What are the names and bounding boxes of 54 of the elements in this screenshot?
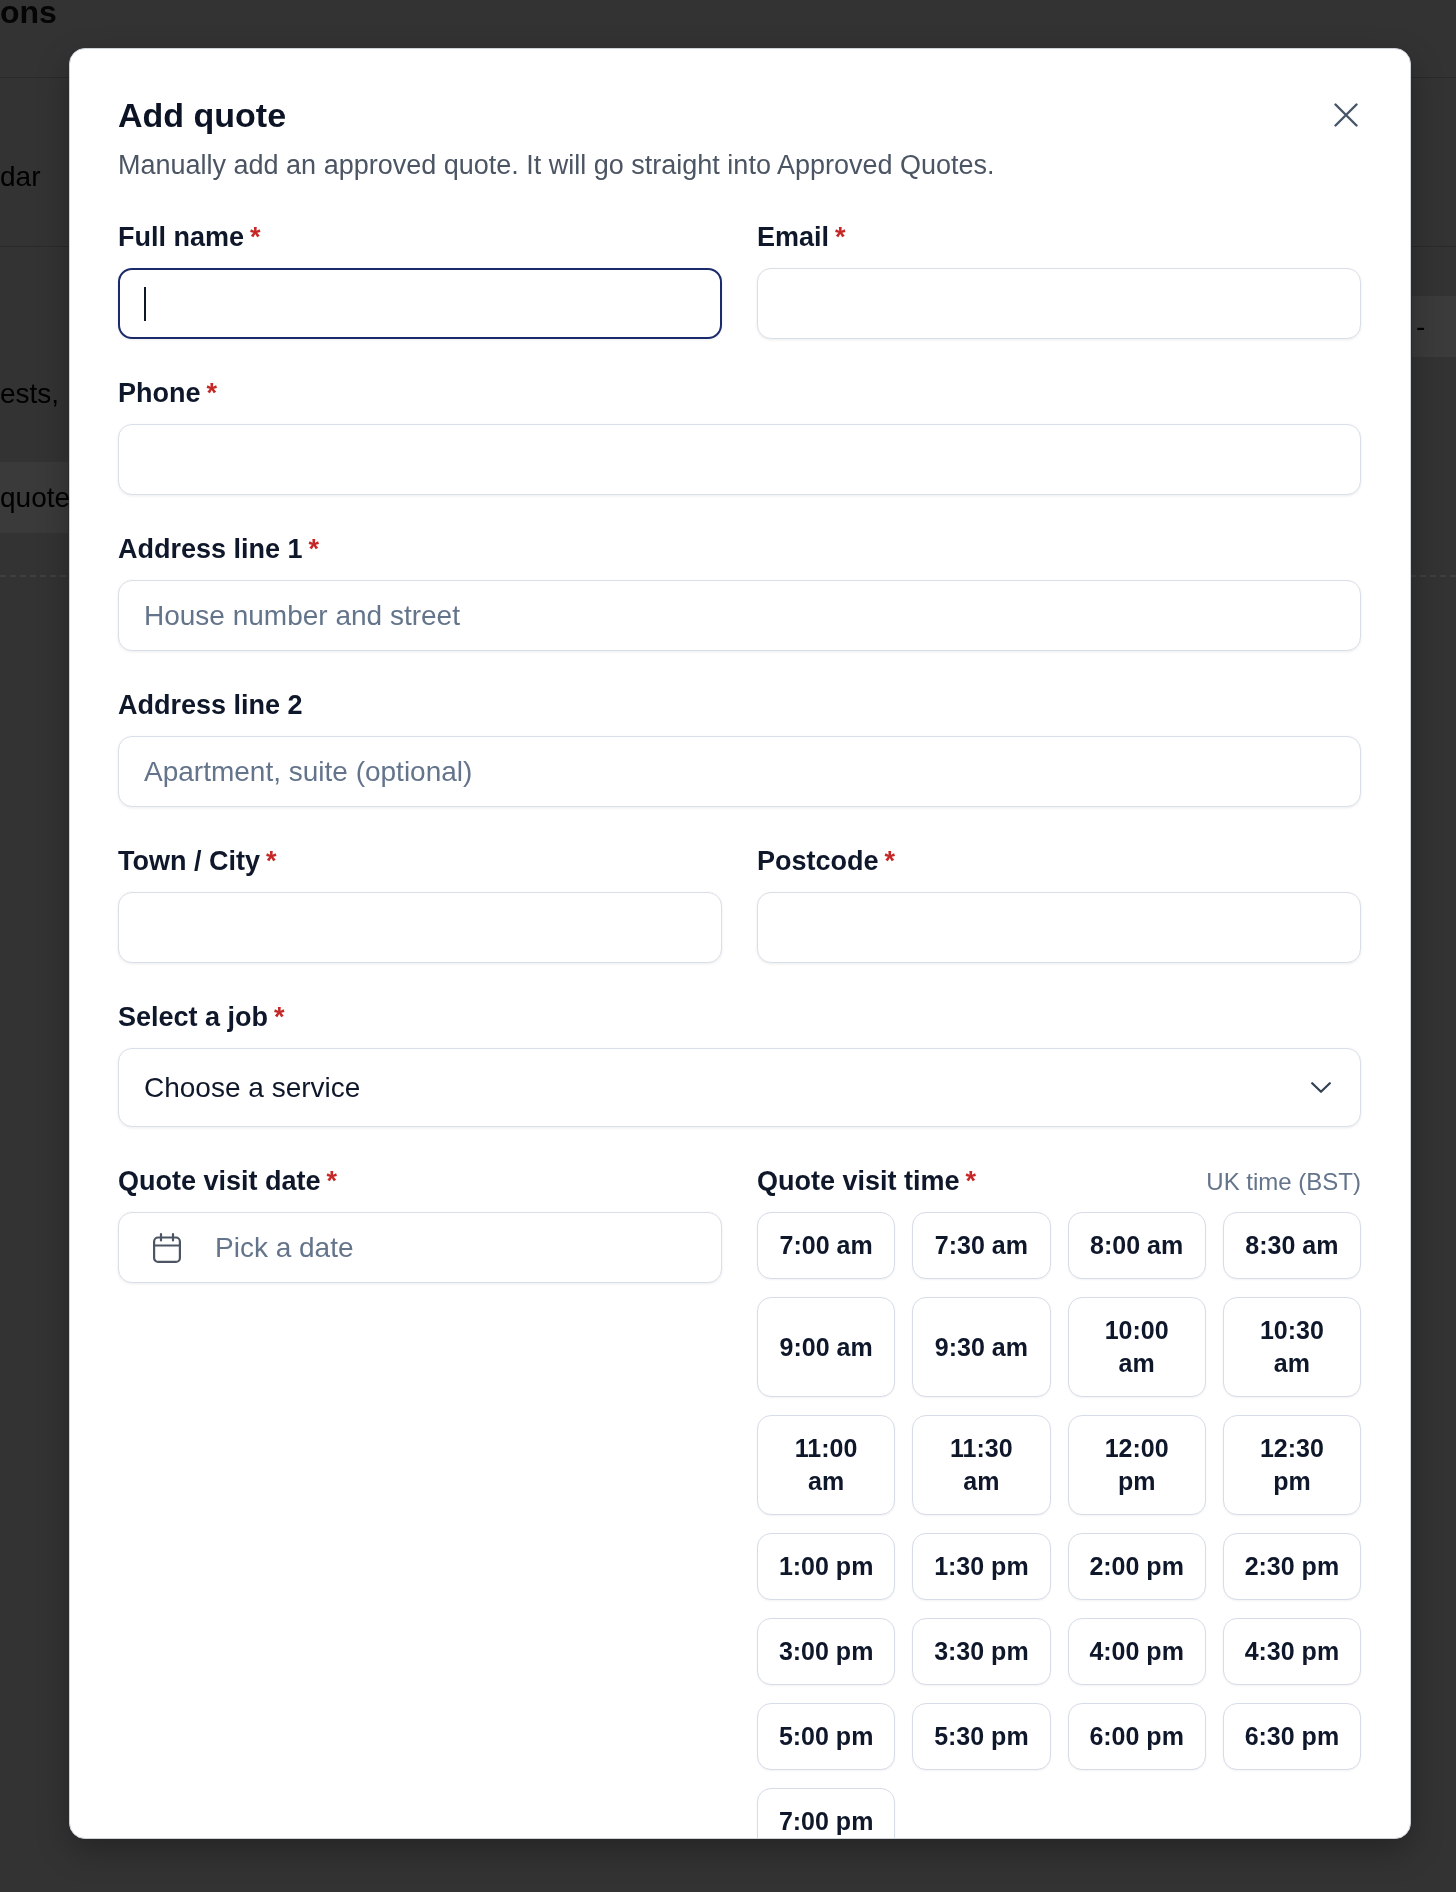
required-mark: * bbox=[266, 845, 277, 878]
field-label: Town / City bbox=[118, 845, 260, 878]
time-slot-button[interactable]: 8:30 am bbox=[1222, 1212, 1361, 1279]
time-slot-button[interactable]: 1:30 pm bbox=[912, 1533, 1051, 1600]
time-slot-button[interactable]: 6:30 pm bbox=[1222, 1703, 1361, 1770]
time-slot-button[interactable]: 9:30 am bbox=[912, 1297, 1051, 1397]
time-slot-button[interactable]: 7:00 pm bbox=[757, 1788, 896, 1838]
time-slot-button[interactable]: 2:00 pm bbox=[1067, 1533, 1206, 1600]
required-mark: * bbox=[326, 1165, 338, 1198]
required-mark: * bbox=[308, 533, 320, 566]
time-slot-button[interactable]: 4:30 pm bbox=[1222, 1618, 1361, 1685]
field-label: Phone bbox=[118, 377, 201, 410]
time-slot-button[interactable]: 6:00 pm bbox=[1067, 1703, 1206, 1770]
dialog-description: Manually add an approved quote. It will go straight into Approved Quotes. bbox=[118, 149, 996, 182]
time-slot-button[interactable]: 5:30 pm bbox=[912, 1703, 1051, 1770]
required-mark: * bbox=[835, 221, 846, 254]
time-slot-button[interactable]: 11:30 am bbox=[912, 1415, 1051, 1515]
time-slot-button[interactable]: 12:30 pm bbox=[1222, 1415, 1361, 1515]
required-mark: * bbox=[965, 1165, 977, 1198]
time-slot-button[interactable]: 8:00 am bbox=[1067, 1212, 1206, 1279]
field-label: Address line 2 bbox=[118, 689, 303, 722]
time-slot-button[interactable]: 2:30 pm bbox=[1222, 1533, 1361, 1600]
calendar-icon bbox=[153, 1232, 181, 1263]
time-slot-button[interactable]: 7:00 am bbox=[757, 1212, 896, 1279]
time-slot-button[interactable]: 5:00 pm bbox=[757, 1703, 896, 1770]
required-mark: * bbox=[206, 377, 218, 410]
select-field[interactable]: Choose a service bbox=[118, 1048, 1361, 1127]
time-slot-button[interactable]: 10:00 am bbox=[1067, 1297, 1206, 1397]
required-mark: * bbox=[884, 845, 896, 878]
text-input[interactable] bbox=[118, 268, 722, 339]
time-slot-button[interactable]: 4:00 pm bbox=[1067, 1618, 1206, 1685]
field-label: Quote visit time bbox=[757, 1165, 960, 1198]
chevron-down-icon bbox=[1311, 1082, 1331, 1093]
time-slot-button[interactable]: 3:30 pm bbox=[912, 1618, 1051, 1685]
time-zone-note: UK time (BST) bbox=[1206, 1167, 1361, 1197]
time-slot-button[interactable]: 10:30 am bbox=[1222, 1297, 1361, 1397]
field-label: Quote visit date bbox=[118, 1165, 321, 1198]
time-slot-button[interactable]: 1:00 pm bbox=[757, 1533, 896, 1600]
field-label: Postcode bbox=[757, 845, 879, 878]
close-button[interactable] bbox=[1334, 103, 1358, 127]
field-label: Address line 1 bbox=[118, 533, 303, 566]
required-mark: * bbox=[250, 221, 261, 254]
required-mark: * bbox=[274, 1001, 285, 1034]
field-label: Select a job bbox=[118, 1001, 269, 1034]
time-slot-button[interactable]: 11:00 am bbox=[757, 1415, 896, 1515]
date-picker-field[interactable]: Pick a date bbox=[118, 1212, 722, 1283]
time-slot-button[interactable]: 9:00 am bbox=[757, 1297, 896, 1397]
time-slot-button[interactable]: 3:00 pm bbox=[757, 1618, 896, 1685]
close-icon bbox=[1334, 103, 1358, 127]
field-label: Full name bbox=[118, 221, 245, 254]
field-label: Email bbox=[757, 221, 830, 254]
time-slot-button[interactable]: 12:00 pm bbox=[1067, 1415, 1206, 1515]
dialog-title: Add quote bbox=[118, 95, 287, 136]
time-slot-button[interactable]: 7:30 am bbox=[912, 1212, 1051, 1279]
